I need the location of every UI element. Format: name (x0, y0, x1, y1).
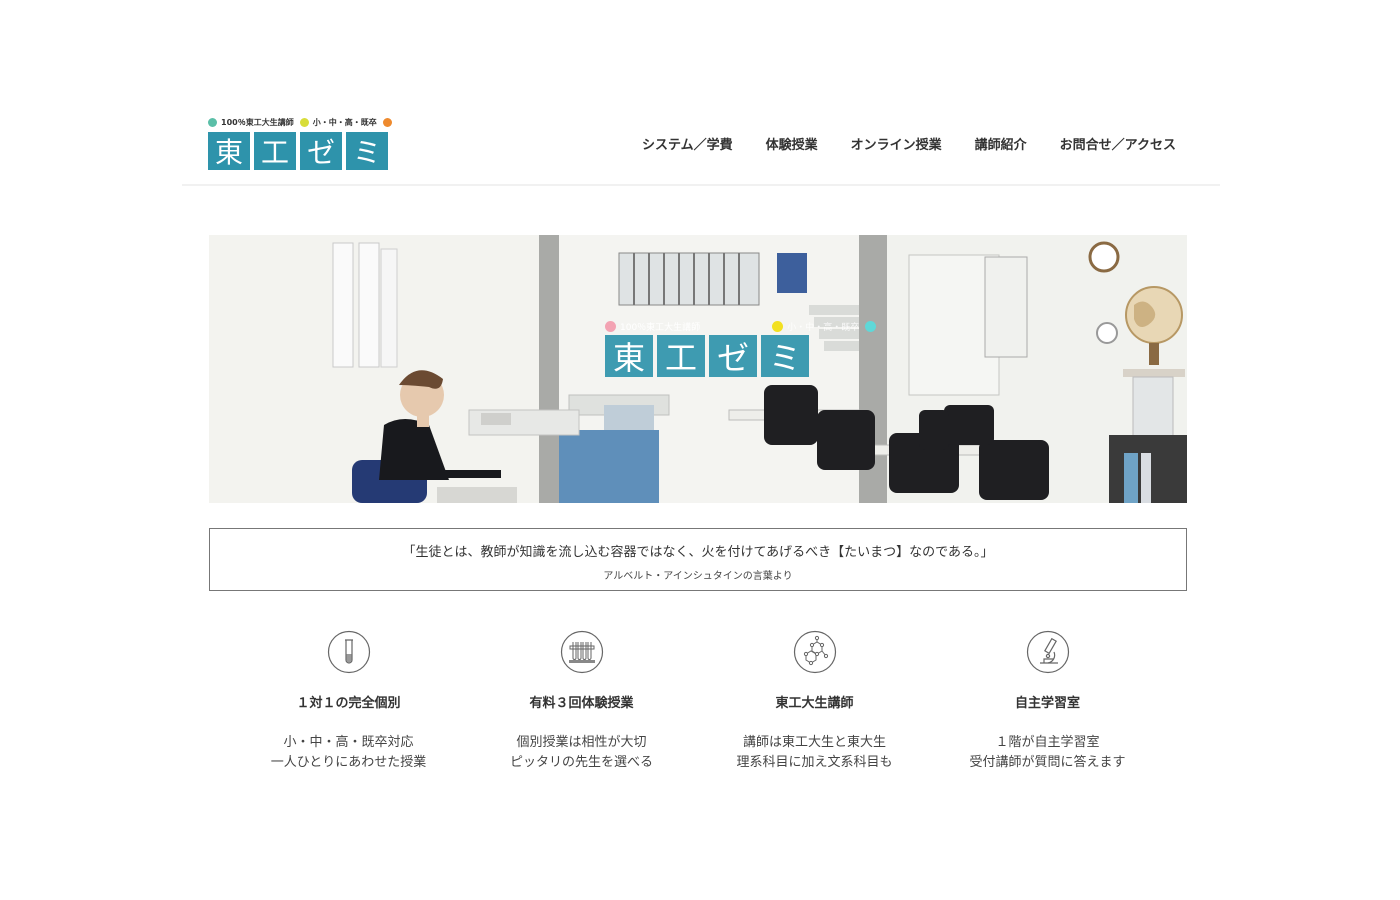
molecule-icon (793, 630, 836, 674)
quote-box: 「生徒とは、教師が知識を流し込む容器ではなく、火を付けてあげるべき【たいまつ】な… (209, 528, 1187, 591)
hero-tag-grades: 小・中・高・既卒 (787, 322, 860, 333)
hero-logo-char: 東 (605, 335, 653, 377)
cyan-dot-icon (865, 320, 877, 332)
site-header: 100％東工大生講師 小・中・高・既卒 東 工 ゼ ミ システム／学費 体験授業… (182, 110, 1220, 186)
feature-title: １対１の完全個別 (296, 696, 401, 711)
feature-title: 有料３回体験授業 (529, 696, 634, 711)
microscope-icon (1026, 630, 1069, 674)
feature-item: 有料３回体験授業 個別授業は相性が大切 ピッタリの先生を選べる (465, 630, 698, 773)
logo-char: ゼ (300, 132, 342, 170)
test-tube-icon (327, 630, 370, 674)
feature-item: 東工大生講師 講師は東工大生と東大生 理系科目に加え文系科目も (698, 630, 931, 773)
nav-item-online-lesson[interactable]: オンライン授業 (851, 134, 942, 153)
site-logo[interactable]: 100％東工大生講師 小・中・高・既卒 東 工 ゼ ミ (208, 116, 392, 174)
yellow-dot-icon (772, 320, 784, 332)
feature-desc-line: １階が自主学習室 (995, 735, 1100, 750)
green-dot-icon (208, 117, 217, 127)
feature-desc-line: 講師は東工大生と東大生 (742, 735, 886, 750)
feature-item: 自主学習室 １階が自主学習室 受付講師が質問に答えます (931, 630, 1164, 773)
hero-tag-teachers: 100％東工大生講師 (620, 322, 701, 333)
feature-title: 自主学習室 (1014, 696, 1080, 711)
feature-desc-line: 受付講師が質問に答えます (969, 755, 1126, 770)
hero-logo-char: ゼ (709, 335, 757, 377)
hero-logo-char: 工 (657, 335, 705, 377)
feature-list: １対１の完全個別 小・中・高・既卒対応 一人ひとりにあわせた授業 有料３回体験授… (232, 630, 1164, 773)
feature-desc-line: 小・中・高・既卒対応 (283, 735, 414, 750)
feature-desc-line: 個別授業は相性が大切 (516, 735, 647, 750)
hero-logo-tagline: 100％東工大生講師 小・中・高・既卒 (605, 319, 880, 333)
test-tube-rack-icon (560, 630, 603, 674)
logo-tag-grades: 小・中・高・既卒 (312, 117, 377, 127)
nav-item-instructors[interactable]: 講師紹介 (975, 134, 1027, 153)
orange-dot-icon (382, 117, 392, 127)
nav-item-system-fees[interactable]: システム／学費 (642, 134, 733, 153)
hero-logo-char: ミ (761, 335, 809, 377)
yellow-dot-icon (299, 117, 309, 127)
nav-item-trial-lesson[interactable]: 体験授業 (766, 134, 818, 153)
pink-dot-icon (605, 320, 616, 332)
logo-char: ミ (346, 132, 388, 170)
logo-char: 工 (254, 132, 296, 170)
logo-char: 東 (208, 132, 250, 170)
feature-desc-line: 一人ひとりにあわせた授業 (270, 755, 427, 770)
nav-item-contact-access[interactable]: お問合せ／アクセス (1060, 134, 1176, 153)
main-nav: システム／学費 体験授業 オンライン授業 講師紹介 お問合せ／アクセス (642, 134, 1176, 153)
feature-item: １対１の完全個別 小・中・高・既卒対応 一人ひとりにあわせた授業 (232, 630, 465, 773)
hero-image: 100％東工大生講師 小・中・高・既卒 東 工 ゼ ミ (209, 235, 1187, 503)
feature-desc-line: ピッタリの先生を選べる (509, 755, 653, 770)
quote-source: アルベルト・アインシュタインの言葉より (603, 571, 793, 582)
logo-tag-teachers: 100％東工大生講師 (221, 117, 294, 127)
logo-tagline: 100％東工大生講師 小・中・高・既卒 (208, 116, 396, 128)
quote-text: 「生徒とは、教師が知識を流し込む容器ではなく、火を付けてあげるべき【たいまつ】な… (402, 545, 994, 560)
feature-desc-line: 理系科目に加え文系科目も (736, 755, 893, 770)
feature-title: 東工大生講師 (775, 696, 854, 711)
